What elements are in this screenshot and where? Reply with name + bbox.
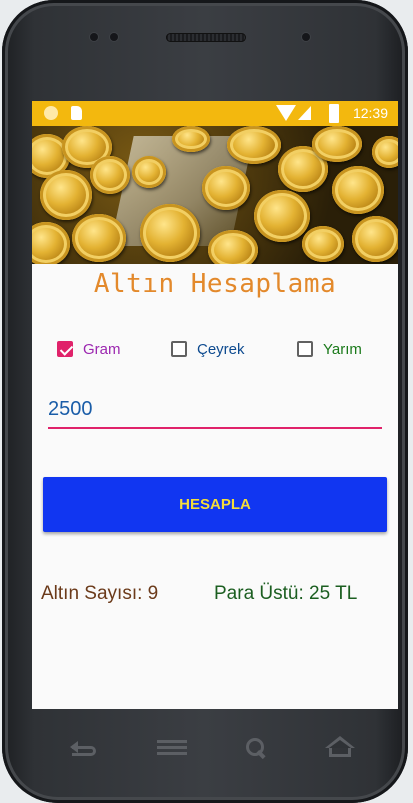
status-bar: 12:39 [32, 101, 398, 126]
front-camera-icon [110, 33, 118, 41]
page-title: Altın Hesaplama [93, 269, 337, 299]
checkbox-yarim[interactable] [297, 341, 313, 357]
wifi-icon [276, 105, 296, 121]
proximity-sensor-icon [302, 33, 310, 41]
battery-icon [329, 104, 339, 123]
option-gram-label: Gram [83, 340, 121, 358]
earpiece-speaker [166, 33, 246, 42]
sd-card-icon [71, 106, 82, 120]
status-time: 12:39 [352, 105, 388, 121]
option-yarim-label: Yarım [323, 340, 362, 358]
change-result: Para Üstü: 25 TL [214, 583, 358, 604]
amount-field [48, 391, 382, 429]
calculate-button[interactable]: HESAPLA [43, 477, 387, 532]
sensor-icon [90, 33, 98, 41]
menu-icon[interactable] [157, 736, 187, 760]
amount-input[interactable] [48, 391, 382, 429]
gold-coins-banner-image [32, 126, 398, 264]
option-gram[interactable]: Gram [57, 339, 121, 359]
phone-screen: 12:39 Altın Hesaplama Gram Çeyrek Yarım … [32, 101, 398, 709]
option-ceyrek-label: Çeyrek [197, 340, 245, 358]
signal-icon [298, 106, 311, 120]
notification-icon [44, 106, 58, 120]
checkbox-ceyrek[interactable] [171, 341, 187, 357]
option-yarim[interactable]: Yarım [297, 339, 362, 359]
back-icon[interactable] [70, 736, 100, 760]
phone-frame: 12:39 Altın Hesaplama Gram Çeyrek Yarım … [2, 0, 408, 803]
option-ceyrek[interactable]: Çeyrek [171, 339, 245, 359]
checkbox-gram[interactable] [57, 341, 73, 357]
home-icon[interactable] [324, 736, 355, 760]
search-icon[interactable] [244, 736, 274, 760]
gold-count-result: Altın Sayısı: 9 [41, 583, 159, 604]
